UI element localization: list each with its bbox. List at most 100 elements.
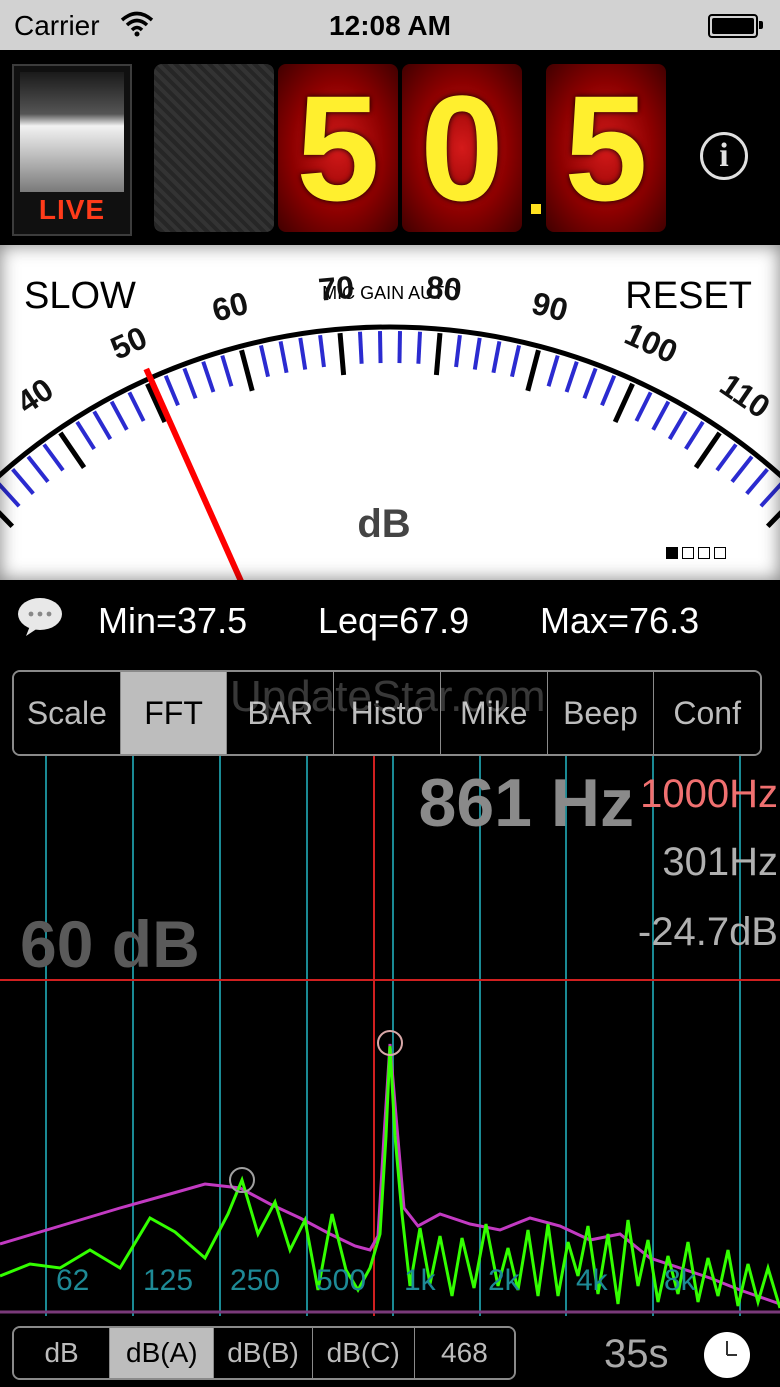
cursor-db-readout: 60 dB	[20, 907, 200, 981]
live-button[interactable]: LIVE	[12, 64, 132, 236]
weighting-tabs: dB dB(A) dB(B) dB(C) 468	[12, 1326, 516, 1380]
secondary-peak-frequency: 301Hz	[662, 840, 778, 884]
gauge-tick	[92, 410, 113, 441]
gauge-tick	[26, 455, 50, 483]
gauge-tick	[491, 340, 502, 374]
gauge-tick	[546, 355, 560, 387]
octave-label-62: 62	[56, 1264, 90, 1297]
gauge-tick	[377, 331, 383, 364]
gauge-tick	[58, 431, 87, 470]
unit-label: dB	[357, 502, 410, 546]
gauge-tick	[612, 382, 635, 424]
page-indicator[interactable]	[666, 547, 726, 559]
octave-label-1k: 1k	[404, 1264, 436, 1297]
weighting-tab-dba[interactable]: dB(A)	[110, 1328, 215, 1378]
gauge-tick	[0, 482, 21, 508]
clock-icon[interactable]	[704, 1332, 750, 1378]
tab-mike[interactable]: Mike	[440, 672, 548, 754]
page-dot[interactable]	[698, 547, 710, 559]
level-display: LIVE 5 0 5 i	[0, 50, 780, 245]
weighting-tab-468[interactable]: 468	[414, 1328, 514, 1378]
gauge-tick	[684, 420, 705, 451]
gauge-tick	[651, 400, 671, 431]
tab-fft[interactable]: FFT	[120, 672, 228, 754]
weighting-tab-dbc[interactable]: dB(C)	[312, 1328, 415, 1378]
gauge-tick	[472, 337, 482, 370]
octave-label-2k: 2k	[488, 1264, 520, 1297]
gauge-tick	[337, 332, 347, 376]
tab-histo[interactable]: Histo	[334, 672, 441, 754]
gauge-tick	[0, 510, 15, 529]
gauge-tick	[510, 344, 521, 378]
gauge-tick	[278, 340, 289, 374]
tab-scale[interactable]: Scale	[14, 672, 121, 754]
gauge-tick	[163, 375, 180, 407]
weighting-tab-db[interactable]: dB	[14, 1328, 111, 1378]
gauge-tick	[357, 331, 364, 364]
gauge-tick	[201, 361, 216, 393]
octave-label-8k: 8k	[664, 1264, 696, 1297]
weighting-tab-dbb[interactable]: dB(B)	[214, 1328, 313, 1378]
gauge-tick	[454, 334, 462, 368]
cursor-frequency-readout: 861 Hz	[418, 765, 634, 841]
leq-value: Leq=67.9	[318, 600, 470, 641]
gauge-tick	[397, 331, 403, 364]
digit-tenths: 5	[546, 64, 666, 232]
fft-plot[interactable]: 60 dB 861 Hz 1000Hz 301Hz -24.7dB 62 125…	[0, 756, 780, 1316]
status-bar: Carrier 12:08 AM	[0, 0, 780, 50]
tab-bar[interactable]: BAR	[227, 672, 335, 754]
digit-ones: 0	[402, 64, 522, 232]
gauge-tick	[667, 410, 688, 441]
gauge-tick	[259, 344, 270, 378]
bottom-bar: dB dB(A) dB(B) dB(C) 468 35s	[0, 1316, 780, 1387]
gauge-tick	[634, 391, 653, 422]
gauge-scale-label: 60	[208, 285, 252, 329]
gauge-tick	[109, 400, 129, 431]
gauge-tick	[416, 331, 423, 364]
gauge-scale-label: 50	[105, 319, 152, 367]
gauge-tick	[745, 468, 769, 496]
tab-beep[interactable]: Beep	[547, 672, 655, 754]
min-value: Min=37.5	[98, 600, 248, 641]
octave-label-4k: 4k	[576, 1264, 608, 1297]
duration-label: 35s	[604, 1332, 669, 1376]
page-dot[interactable]	[714, 547, 726, 559]
octave-label-500: 500	[316, 1264, 367, 1297]
gauge-scale-label: 70	[317, 269, 356, 308]
gauge-dial: 2030405060708090100110120130MINMAXdB	[0, 269, 780, 580]
fft-spectrum-curve	[0, 1045, 780, 1309]
gauge-tick	[182, 367, 198, 400]
gauge-tick	[525, 349, 541, 392]
info-icon[interactable]: i	[700, 132, 748, 180]
secondary-peak-level: -24.7dB	[637, 910, 778, 954]
gauge-scale-label: 90	[528, 285, 572, 329]
gauge-scale-label: 40	[10, 371, 60, 421]
reference-frequency: 1000Hz	[640, 772, 778, 816]
gauge-scale-label: 110	[714, 366, 777, 425]
page-dot[interactable]	[682, 547, 694, 559]
analog-gauge: SLOW MIC GAIN AUTO RESET 203040506070809…	[0, 245, 780, 580]
gauge-tick	[220, 355, 234, 387]
page-dot[interactable]	[666, 547, 678, 559]
gauge-scale-label: 100	[620, 315, 684, 370]
gauge-tick	[239, 349, 255, 392]
gauge-tick	[318, 334, 326, 368]
live-meter-graphic	[20, 72, 124, 192]
decimal-point	[531, 204, 541, 214]
digit-hundreds	[154, 64, 274, 232]
gauge-tick	[582, 367, 598, 400]
gauge-tick	[600, 375, 617, 407]
battery-icon	[708, 14, 763, 38]
gauge-tick	[759, 482, 780, 508]
gauge-tick	[765, 510, 780, 529]
gauge-needle	[143, 367, 244, 580]
tab-conf[interactable]: Conf	[654, 672, 760, 754]
gauge-tick	[693, 431, 722, 470]
live-label: LIVE	[38, 194, 106, 225]
gauge-tick	[730, 455, 754, 483]
gauge-tick	[127, 391, 146, 422]
chat-icon[interactable]	[16, 596, 64, 636]
gauge-tick	[564, 361, 579, 393]
digit-tens: 5	[278, 64, 398, 232]
octave-label-125: 125	[143, 1264, 194, 1297]
